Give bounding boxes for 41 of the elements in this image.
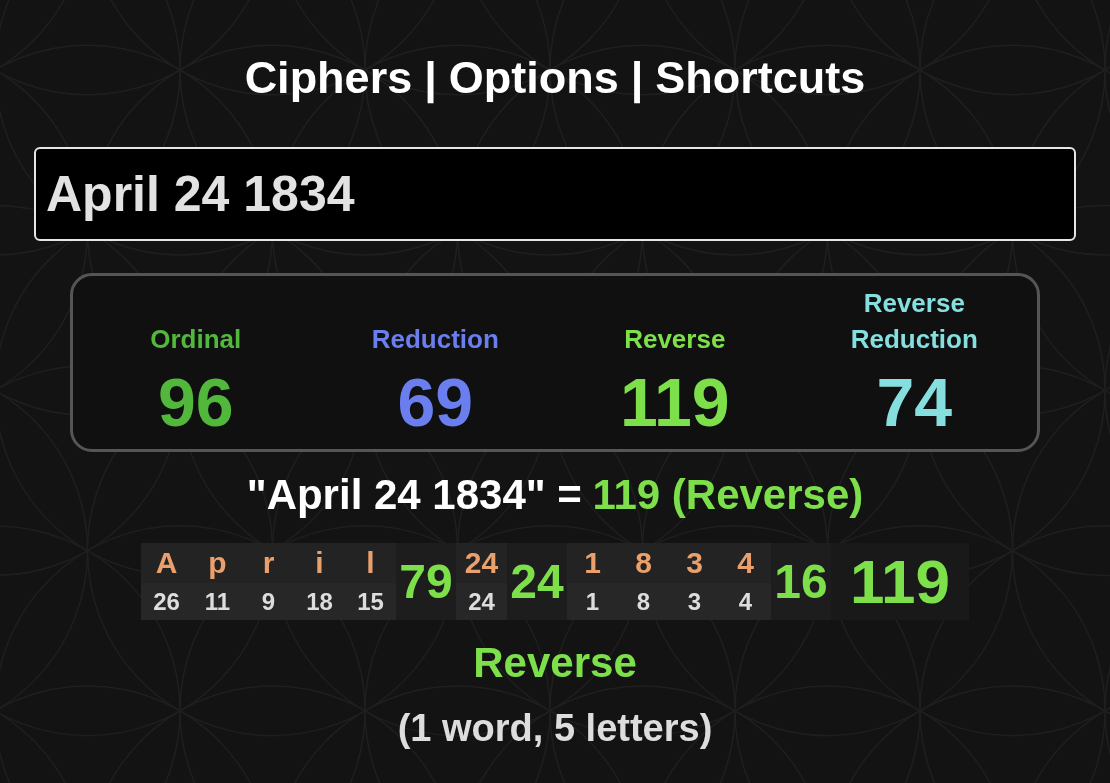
character-value: 1 — [567, 583, 618, 620]
nav-link[interactable]: Options — [448, 50, 619, 106]
nav-link[interactable]: Shortcuts — [655, 50, 866, 106]
breakdown-character: p — [192, 543, 243, 583]
word-total: 16 — [771, 543, 831, 620]
character-value: 8 — [618, 583, 669, 620]
nav-separator: | — [630, 51, 644, 106]
breakdown-character: l — [345, 543, 396, 583]
breakdown-character: A — [141, 543, 192, 583]
character-value: 4 — [720, 583, 771, 620]
cipher-name: Reduction — [371, 323, 499, 356]
nav-separator: | — [424, 51, 437, 106]
breakdown-character: 4 — [720, 543, 771, 583]
cipher-value: 74 — [876, 363, 953, 441]
breakdown-character: 24 — [456, 543, 507, 583]
character-value: 11 — [192, 583, 243, 620]
nav-link[interactable]: Ciphers — [244, 50, 413, 106]
breakdown-character: 3 — [669, 543, 720, 583]
character-value: 24 — [456, 583, 507, 620]
cipher-value: 69 — [397, 363, 474, 441]
character-value: 9 — [243, 583, 294, 620]
grand-total: 119 — [831, 543, 969, 620]
breakdown-character: 1 — [567, 543, 618, 583]
cipher-name: Reverse Reduction — [849, 287, 979, 356]
character-value: 15 — [345, 583, 396, 620]
word-total: 79 — [396, 543, 456, 620]
cipher-name: Ordinal — [150, 323, 242, 356]
breakdown-character: r — [243, 543, 294, 583]
cipher-name: Reverse — [624, 323, 726, 356]
cipher-value: 96 — [157, 363, 234, 441]
character-value: 3 — [669, 583, 720, 620]
word-letter-count: (1 word, 5 letters) — [397, 706, 713, 751]
breakdown-character: i — [294, 543, 345, 583]
summary-line: "April 24 1834" = 119 (Reverse) — [246, 470, 864, 520]
cipher-title: Reverse — [473, 638, 637, 688]
word-total: 24 — [507, 543, 567, 620]
cipher-value: 119 — [619, 363, 730, 441]
character-value: 18 — [294, 583, 345, 620]
breakdown-character: 8 — [618, 543, 669, 583]
phrase-input[interactable]: April 24 1834 — [34, 147, 1076, 241]
character-value: 26 — [141, 583, 192, 620]
